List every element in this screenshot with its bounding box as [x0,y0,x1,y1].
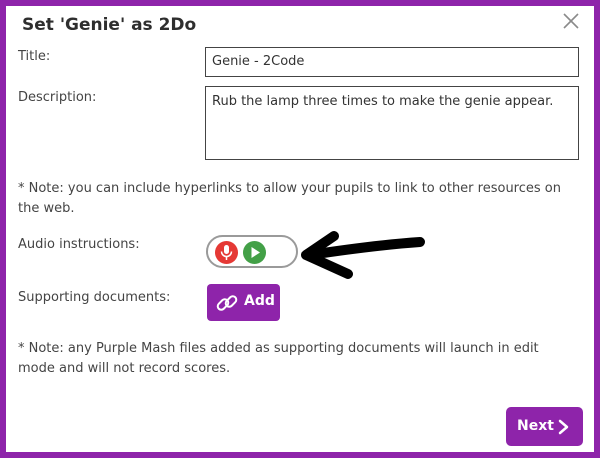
hyperlink-note: * Note: you can include hyperlinks to al… [18,181,561,216]
dialog-title: Set 'Genie' as 2Do [22,15,197,35]
chevron-right-icon [557,419,571,439]
supporting-files-note: * Note: any Purple Mash files added as s… [18,341,539,376]
add-button-label: Add [244,293,275,309]
title-label: Title: [18,49,51,64]
play-icon[interactable] [243,241,266,264]
hand-drawn-arrow-icon [296,228,436,292]
close-icon[interactable] [562,12,580,30]
microphone-icon[interactable] [215,241,238,264]
audio-controls [206,235,298,268]
set-2do-dialog: Set 'Genie' as 2Do Title: Genie - 2Code … [6,6,594,452]
add-document-button[interactable]: Add [207,284,280,321]
next-button[interactable]: Next [506,407,583,446]
title-input[interactable]: Genie - 2Code [205,47,579,77]
next-button-label: Next [517,418,554,434]
description-textarea[interactable]: Rub the lamp three times to make the gen… [205,86,579,160]
description-label: Description: [18,90,97,105]
supporting-documents-label: Supporting documents: [18,290,171,305]
audio-instructions-label: Audio instructions: [18,237,140,252]
link-icon [214,290,240,320]
